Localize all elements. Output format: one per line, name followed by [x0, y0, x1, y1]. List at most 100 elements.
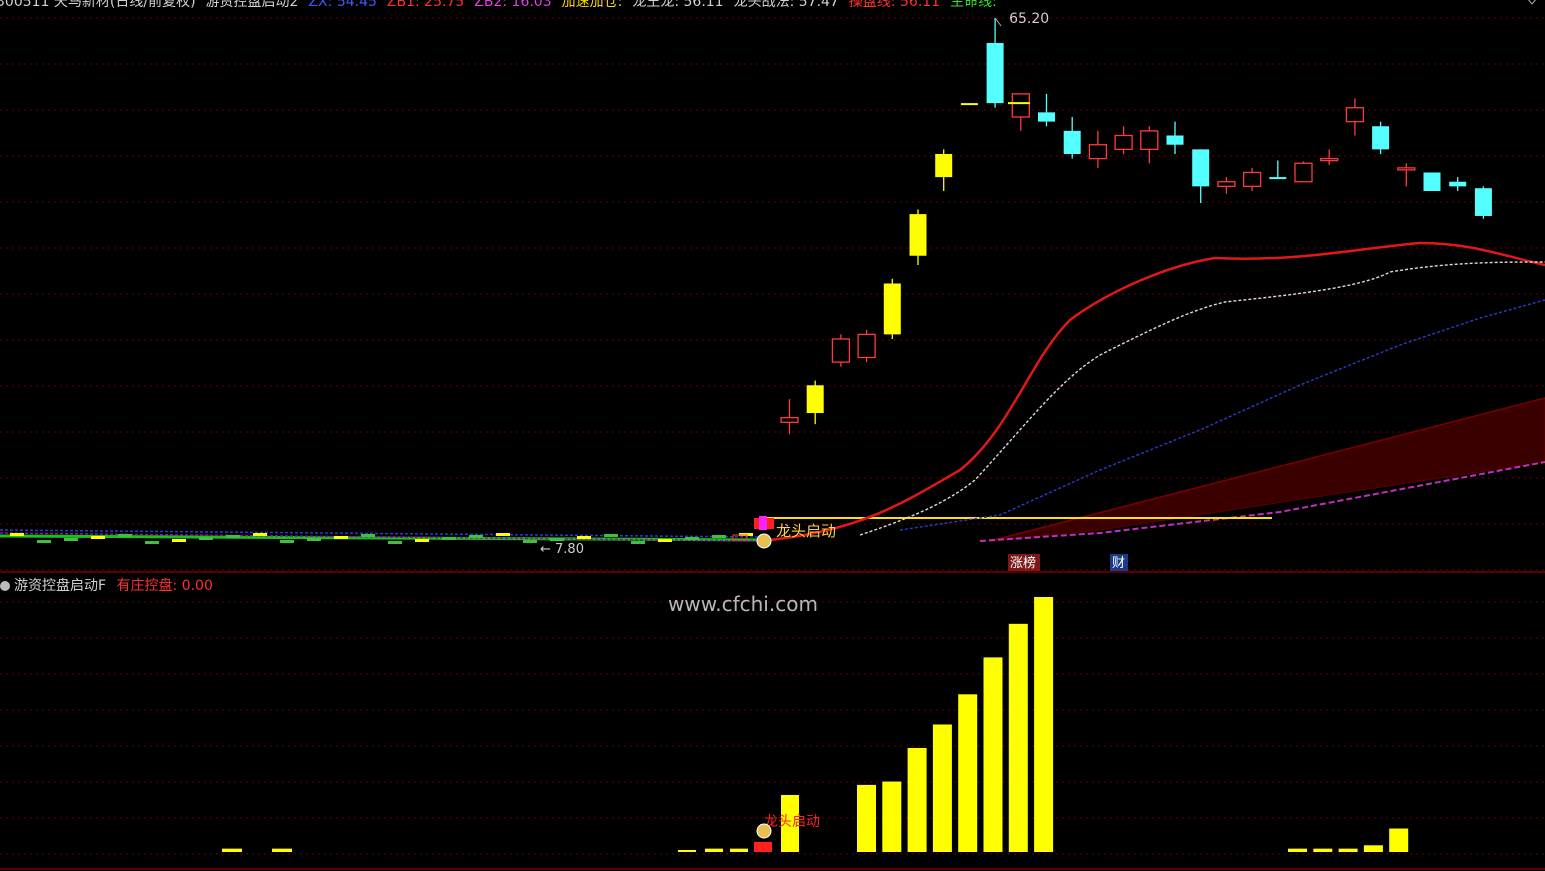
- indicator-value: 0.00: [181, 578, 213, 594]
- early-candle: [361, 534, 375, 537]
- early-candle: [37, 540, 51, 543]
- watermark: www.cfchi.com: [668, 592, 818, 616]
- candle-body: [780, 416, 799, 423]
- early-candle: [496, 533, 510, 536]
- volume-bar: [272, 848, 292, 852]
- header-item-4: ZB2: 16.03: [474, 0, 552, 10]
- volume-bar: [1313, 848, 1333, 852]
- early-candle: [280, 540, 294, 543]
- volume-bar: [730, 848, 748, 852]
- tag-cai: 财: [1112, 556, 1125, 571]
- early-candle: [631, 541, 645, 544]
- volume-signal-label: 龙头启动: [764, 814, 820, 830]
- candle-body: [1320, 157, 1339, 162]
- header-item-0: 300511 天马新材(日线/前复权): [0, 0, 196, 10]
- header-item-6: 龙王龙: 56.11: [632, 0, 724, 10]
- early-candle: [226, 535, 240, 538]
- candle-body: [1474, 188, 1492, 216]
- early-candle: [388, 541, 402, 544]
- candle-body: [1269, 177, 1287, 180]
- volume-bar: [1288, 848, 1307, 852]
- candle-body: [1140, 130, 1159, 151]
- volume-bar: [705, 848, 723, 852]
- volume-bar: [1008, 623, 1028, 852]
- volume-bar: [882, 781, 902, 852]
- candle-body: [806, 385, 824, 414]
- candle-body: [1345, 107, 1365, 123]
- header-item-2: ZX: 54.45: [308, 0, 377, 10]
- volume-bar: [1389, 828, 1409, 852]
- early-candle: [658, 539, 672, 542]
- early-candle: [415, 539, 429, 542]
- collapse-chevron-icon: [1527, 0, 1537, 5]
- candle-body: [1372, 126, 1390, 150]
- candle-body: [1038, 112, 1055, 122]
- candle-body: [1063, 130, 1081, 154]
- max-price-label: 65.20: [1009, 11, 1049, 27]
- candle-body: [960, 103, 978, 106]
- candle-body: [1294, 162, 1313, 183]
- header-item-5: 加速加仓:: [561, 0, 623, 10]
- money-bag-icon-volume: [756, 823, 772, 839]
- early-candle: [469, 535, 483, 538]
- header-item-7: 龙头战法: 57.47: [733, 0, 839, 10]
- volume-bar: [1363, 845, 1383, 852]
- candle-body: [883, 283, 901, 335]
- main-panel-header: 300511 天马新材(日线/前复权) 游资控盘启动2 ZX: 54.45 ZB1: …: [0, 0, 1007, 11]
- volume-bar: [1338, 848, 1358, 852]
- volume-bar: [983, 657, 1003, 852]
- candle-body: [831, 338, 851, 363]
- early-candle: [550, 538, 564, 541]
- early-candle: [523, 540, 537, 543]
- launch-candle-core: [759, 516, 767, 530]
- candle-body: [1192, 149, 1210, 187]
- early-candle: [199, 537, 213, 540]
- candle-body: [909, 214, 927, 256]
- early-candle: [64, 538, 78, 541]
- early-candle: [577, 536, 591, 539]
- early-candle: [118, 534, 132, 537]
- volume-bar: [958, 694, 978, 852]
- early-candle: [604, 534, 618, 537]
- volume-bar: [222, 848, 242, 852]
- volume-bar: [932, 724, 952, 852]
- early-candle: [712, 535, 726, 538]
- candle-body: [1397, 167, 1416, 171]
- sub-panel-header: 游资控盘启动F 有庄控盘: 0.00: [0, 575, 213, 595]
- header-item-1: 游资控盘启动2: [205, 0, 299, 10]
- early-candle: [145, 541, 159, 544]
- early-candle: [334, 536, 348, 539]
- early-candle: [307, 538, 321, 541]
- candle-body: [1166, 135, 1184, 145]
- indicator-toggle-icon[interactable]: [0, 581, 10, 591]
- candle-body: [1423, 172, 1441, 191]
- candle-body: [1011, 93, 1030, 118]
- candle-body: [986, 42, 1004, 104]
- header-item-8: 操盘线: 56.11: [848, 0, 941, 10]
- volume-bar: [857, 784, 876, 852]
- volume-bar: [1034, 597, 1054, 852]
- indicator-label: 有庄控盘: [116, 578, 173, 594]
- tag-zhangbang: 涨榜: [1010, 555, 1036, 571]
- early-candle: [91, 536, 105, 539]
- early-candle: [685, 537, 699, 540]
- volume-bar: [678, 850, 696, 852]
- header-item-3: ZB1: 25.75: [386, 0, 465, 10]
- candle-body: [1088, 144, 1108, 160]
- header-item-9: 生命线:: [950, 0, 997, 10]
- candle-body: [935, 153, 953, 178]
- volume-bar: [907, 747, 927, 852]
- launch-signal-label: 龙头启动: [776, 522, 836, 540]
- max-marker: [994, 17, 1002, 27]
- sub-panel-title: 游资控盘启动F: [14, 578, 107, 594]
- early-candle: [172, 539, 186, 542]
- volume-bar: [754, 841, 772, 852]
- candle-body: [1217, 181, 1236, 188]
- early-candle: [442, 537, 456, 540]
- early-candle: [253, 533, 267, 536]
- candle-body: [1449, 181, 1467, 187]
- candle-body: [1114, 134, 1133, 151]
- candle-body: [857, 333, 876, 359]
- candle-body: [1242, 171, 1262, 188]
- stock-chart: 65.20← 7.80龙头启动涨榜 财龙头启动: [0, 0, 1545, 870]
